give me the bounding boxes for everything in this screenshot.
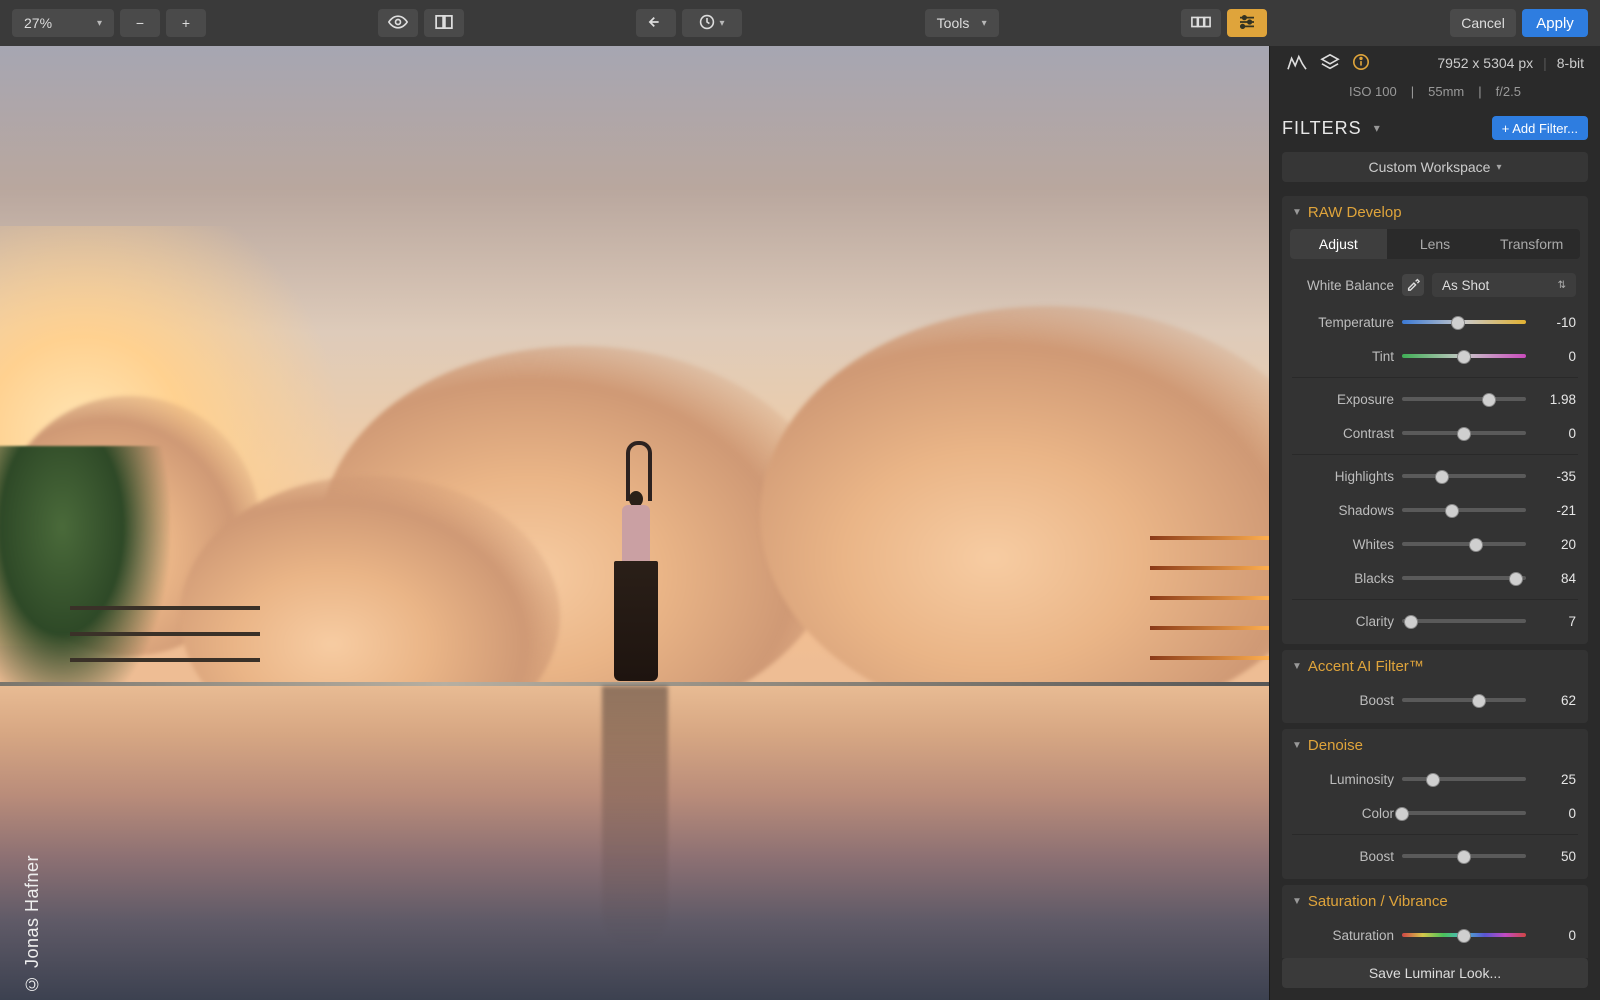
eyedropper-icon [1406, 277, 1420, 294]
split-view-icon [435, 15, 453, 32]
add-filter-button[interactable]: + Add Filter... [1492, 116, 1588, 140]
disclosure-triangle-icon: ▼ [1292, 661, 1302, 672]
disclosure-triangle-icon: ▼ [1292, 896, 1302, 907]
person-silhouette [612, 441, 658, 686]
history-button[interactable]: ▾ [682, 9, 742, 37]
image-dimensions: 7952 x 5304 px [1437, 55, 1533, 71]
section-header-denoise[interactable]: ▼Denoise [1282, 729, 1588, 762]
chevron-down-icon: ▾ [97, 18, 102, 29]
undo-icon [647, 15, 665, 32]
disclosure-triangle-icon: ▼ [1292, 207, 1302, 218]
slider-luminosity[interactable]: Luminosity25 [1282, 762, 1588, 796]
workspace-select[interactable]: Custom Workspace ▾ [1282, 152, 1588, 182]
zoom-out-button[interactable]: − [120, 9, 160, 37]
info-icon[interactable] [1352, 53, 1370, 74]
eyedropper-button[interactable] [1402, 274, 1424, 296]
chevron-down-icon: ▾ [1496, 162, 1501, 173]
focal-length: 55mm [1428, 84, 1464, 99]
section-sat-vib: ▼Saturation / Vibrance Saturation0 Vibra… [1282, 885, 1588, 958]
apply-button[interactable]: Apply [1522, 9, 1588, 37]
tab-transform[interactable]: Transform [1483, 229, 1580, 259]
section-raw-develop: ▼ RAW Develop Adjust Lens Transform Whit… [1282, 196, 1588, 644]
side-panel: 7952 x 5304 px | 8-bit ISO 100| 55mm| f/… [1269, 46, 1600, 1000]
exif-meta: ISO 100| 55mm| f/2.5 [1270, 80, 1600, 102]
section-denoise: ▼Denoise Luminosity25 Color0 Boost50 [1282, 729, 1588, 879]
image-canvas[interactable]: © Jonas Hafner [0, 46, 1270, 1000]
slider-shadows[interactable]: Shadows-21 [1282, 493, 1588, 527]
cancel-button[interactable]: Cancel [1450, 9, 1516, 37]
white-balance-select[interactable]: As Shot ⇅ [1432, 273, 1576, 297]
tools-menu[interactable]: Tools ▾ [925, 9, 999, 37]
section-header-satvib[interactable]: ▼Saturation / Vibrance [1282, 885, 1588, 918]
filters-title: FILTERS [1282, 118, 1362, 139]
slider-denoise-boost[interactable]: Boost50 [1282, 839, 1588, 873]
chevron-down-icon: ▾ [982, 18, 987, 29]
presets-panel-button[interactable] [1181, 9, 1221, 37]
sliders-icon [1238, 15, 1256, 32]
clock-icon [699, 14, 715, 33]
top-toolbar: 27% ▾ − + ▾ [0, 0, 1600, 47]
section-header-accent[interactable]: ▼Accent AI Filter™ [1282, 650, 1588, 683]
bit-depth: 8-bit [1557, 55, 1584, 71]
preview-toggle-button[interactable] [378, 9, 418, 37]
slider-saturation[interactable]: Saturation0 [1282, 918, 1588, 952]
zoom-value: 27% [24, 15, 52, 31]
iso-value: ISO 100 [1349, 84, 1397, 99]
image-meta: 7952 x 5304 px | 8-bit [1270, 46, 1600, 80]
chevron-down-icon: ▾ [719, 18, 724, 29]
disclosure-triangle-icon: ▼ [1292, 740, 1302, 751]
photo-credit: © Jonas Hafner [22, 855, 43, 994]
compare-button[interactable] [424, 9, 464, 37]
slider-whites[interactable]: Whites20 [1282, 527, 1588, 561]
undo-button[interactable] [636, 9, 676, 37]
tools-label: Tools [937, 15, 970, 31]
section-header-raw[interactable]: ▼ RAW Develop [1282, 196, 1588, 229]
slider-denoise-color[interactable]: Color0 [1282, 796, 1588, 830]
updown-icon: ⇅ [1558, 280, 1566, 291]
zoom-select[interactable]: 27% ▾ [12, 9, 114, 37]
chevron-down-icon[interactable]: ▾ [1374, 121, 1380, 135]
slider-clarity[interactable]: Clarity7 [1282, 604, 1588, 638]
slider-temperature[interactable]: Temperature-10 [1282, 305, 1588, 339]
tab-adjust[interactable]: Adjust [1290, 229, 1387, 259]
slider-highlights[interactable]: Highlights-35 [1282, 459, 1588, 493]
slider-exposure[interactable]: Exposure1.98 [1282, 382, 1588, 416]
white-balance-label: White Balance [1294, 278, 1394, 293]
filmstrip-icon [1191, 15, 1211, 31]
histogram-icon[interactable] [1286, 53, 1308, 74]
slider-tint[interactable]: Tint0 [1282, 339, 1588, 373]
slider-accent-boost[interactable]: Boost62 [1282, 683, 1588, 717]
tab-lens[interactable]: Lens [1387, 229, 1484, 259]
slider-contrast[interactable]: Contrast0 [1282, 416, 1588, 450]
aperture: f/2.5 [1496, 84, 1521, 99]
zoom-in-button[interactable]: + [166, 9, 206, 37]
eye-icon [388, 15, 408, 32]
slider-blacks[interactable]: Blacks84 [1282, 561, 1588, 595]
save-look-button[interactable]: Save Luminar Look... [1282, 958, 1588, 988]
adjustments-panel-button[interactable] [1227, 9, 1267, 37]
layers-icon[interactable] [1320, 53, 1340, 74]
section-accent-ai: ▼Accent AI Filter™ Boost62 [1282, 650, 1588, 723]
